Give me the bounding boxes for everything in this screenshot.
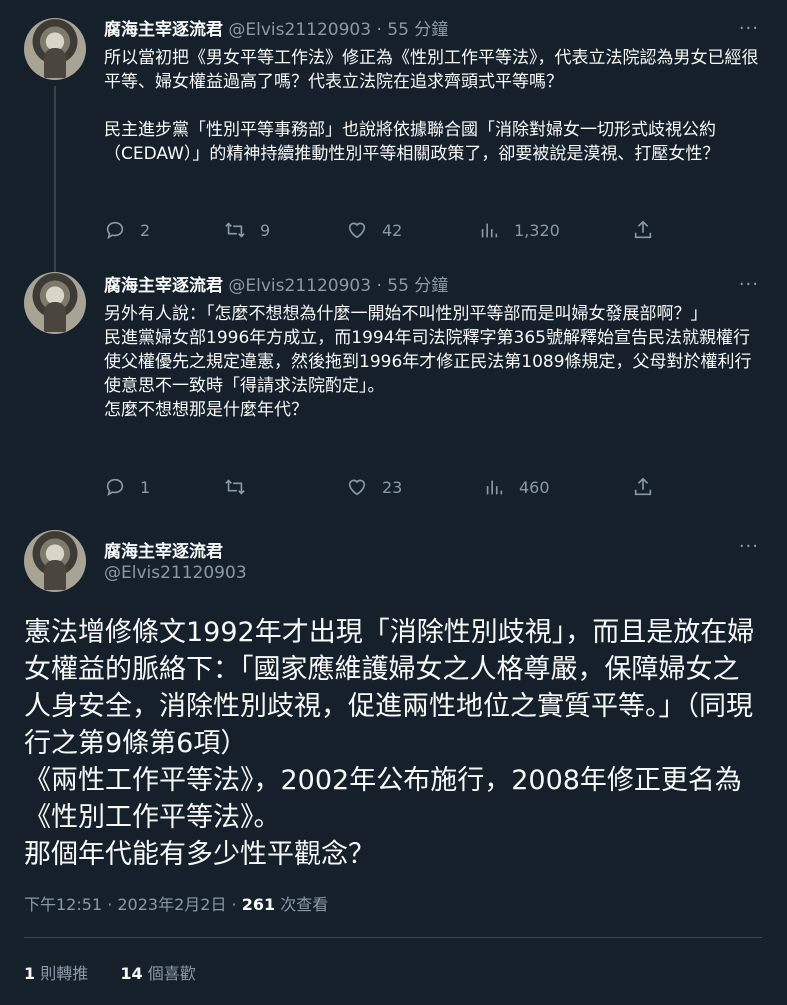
separator: ·	[376, 276, 382, 296]
main-tweet-text: 憲法增修條文1992年才出現「消除性別歧視」，而且是放在婦女權益的脈絡下：「國家…	[24, 617, 755, 870]
more-icon[interactable]: ···	[739, 274, 759, 295]
separator: ·	[376, 20, 382, 40]
views-count: 1,320	[514, 220, 560, 240]
tweet-actions: 2 9 42 1,320	[104, 219, 664, 243]
views-button[interactable]: 1,320	[478, 219, 560, 241]
like-button[interactable]: 42	[346, 219, 402, 241]
author-handle[interactable]: @Elvis21120903	[228, 20, 371, 40]
retweet-button[interactable]: 9	[224, 219, 270, 241]
reply-button[interactable]: 2	[104, 219, 150, 241]
tweet-actions: 1 23 460	[104, 476, 664, 500]
avatar[interactable]	[24, 18, 86, 80]
share-icon	[634, 477, 652, 496]
author-name[interactable]: 腐海主宰逐流君	[104, 276, 223, 296]
share-icon	[634, 220, 652, 239]
tweet-2[interactable]: 腐海主宰逐流君 @Elvis21120903 · 55 分鐘 ··· 另外有人說…	[0, 262, 787, 512]
reply-count: 1	[140, 477, 151, 497]
likes-link[interactable]: 14 個喜歡	[120, 964, 195, 983]
like-icon	[348, 479, 366, 496]
timestamp-text[interactable]: 下午12:51 · 2023年2月2日 ·	[24, 895, 242, 914]
retweet-button[interactable]	[224, 476, 260, 498]
tweet-timestamp: 下午12:51 · 2023年2月2日 · 261 次查看	[24, 891, 328, 915]
views-icon	[481, 223, 498, 238]
views-label: 次查看	[275, 895, 329, 914]
more-icon[interactable]: ···	[739, 18, 759, 39]
views-count: 460	[519, 477, 550, 497]
views-icon	[486, 480, 503, 495]
reply-icon	[106, 478, 124, 497]
thread-line	[54, 262, 56, 272]
views-button[interactable]: 460	[483, 476, 550, 498]
author-handle[interactable]: @Elvis21120903	[228, 276, 371, 296]
reply-icon	[106, 221, 124, 240]
tweet-text: 另外有人說：「怎麼不想想為什麼一開始不叫性別平等部而是叫婦女發展部啊？」 民進黨…	[104, 304, 752, 420]
like-count: 42	[382, 220, 403, 240]
tweet-time[interactable]: 55 分鐘	[387, 276, 448, 296]
tweet-time[interactable]: 55 分鐘	[387, 20, 448, 40]
tweet-1[interactable]: 腐海主宰逐流君 @Elvis21120903 · 55 分鐘 ··· 所以當初把…	[0, 0, 787, 262]
retweet-icon	[225, 479, 245, 495]
tweet-text: 所以當初把《男女平等工作法》修正為《性別工作平等法》，代表立法院認為男女已經很平…	[104, 48, 759, 164]
author-handle[interactable]: @Elvis21120903	[104, 563, 247, 583]
share-button[interactable]	[632, 219, 668, 241]
reply-count: 2	[140, 220, 151, 240]
engagement-stats: 1 則轉推 14 個喜歡	[24, 960, 196, 984]
divider	[24, 937, 762, 938]
retweet-icon	[225, 222, 245, 238]
like-button[interactable]: 23	[346, 476, 402, 498]
avatar[interactable]	[24, 530, 86, 592]
retweet-count: 9	[260, 220, 271, 240]
share-button[interactable]	[632, 476, 668, 498]
thread-line	[54, 86, 56, 262]
author-name[interactable]: 腐海主宰逐流君	[104, 537, 223, 562]
author-name[interactable]: 腐海主宰逐流君	[104, 20, 223, 40]
reply-button[interactable]: 1	[104, 476, 150, 498]
views-count: 261	[241, 895, 276, 914]
like-icon	[348, 222, 366, 239]
like-count: 23	[382, 477, 403, 497]
retweets-link[interactable]: 1 則轉推	[24, 964, 88, 983]
more-icon[interactable]: ···	[739, 536, 759, 557]
avatar[interactable]	[24, 272, 86, 334]
